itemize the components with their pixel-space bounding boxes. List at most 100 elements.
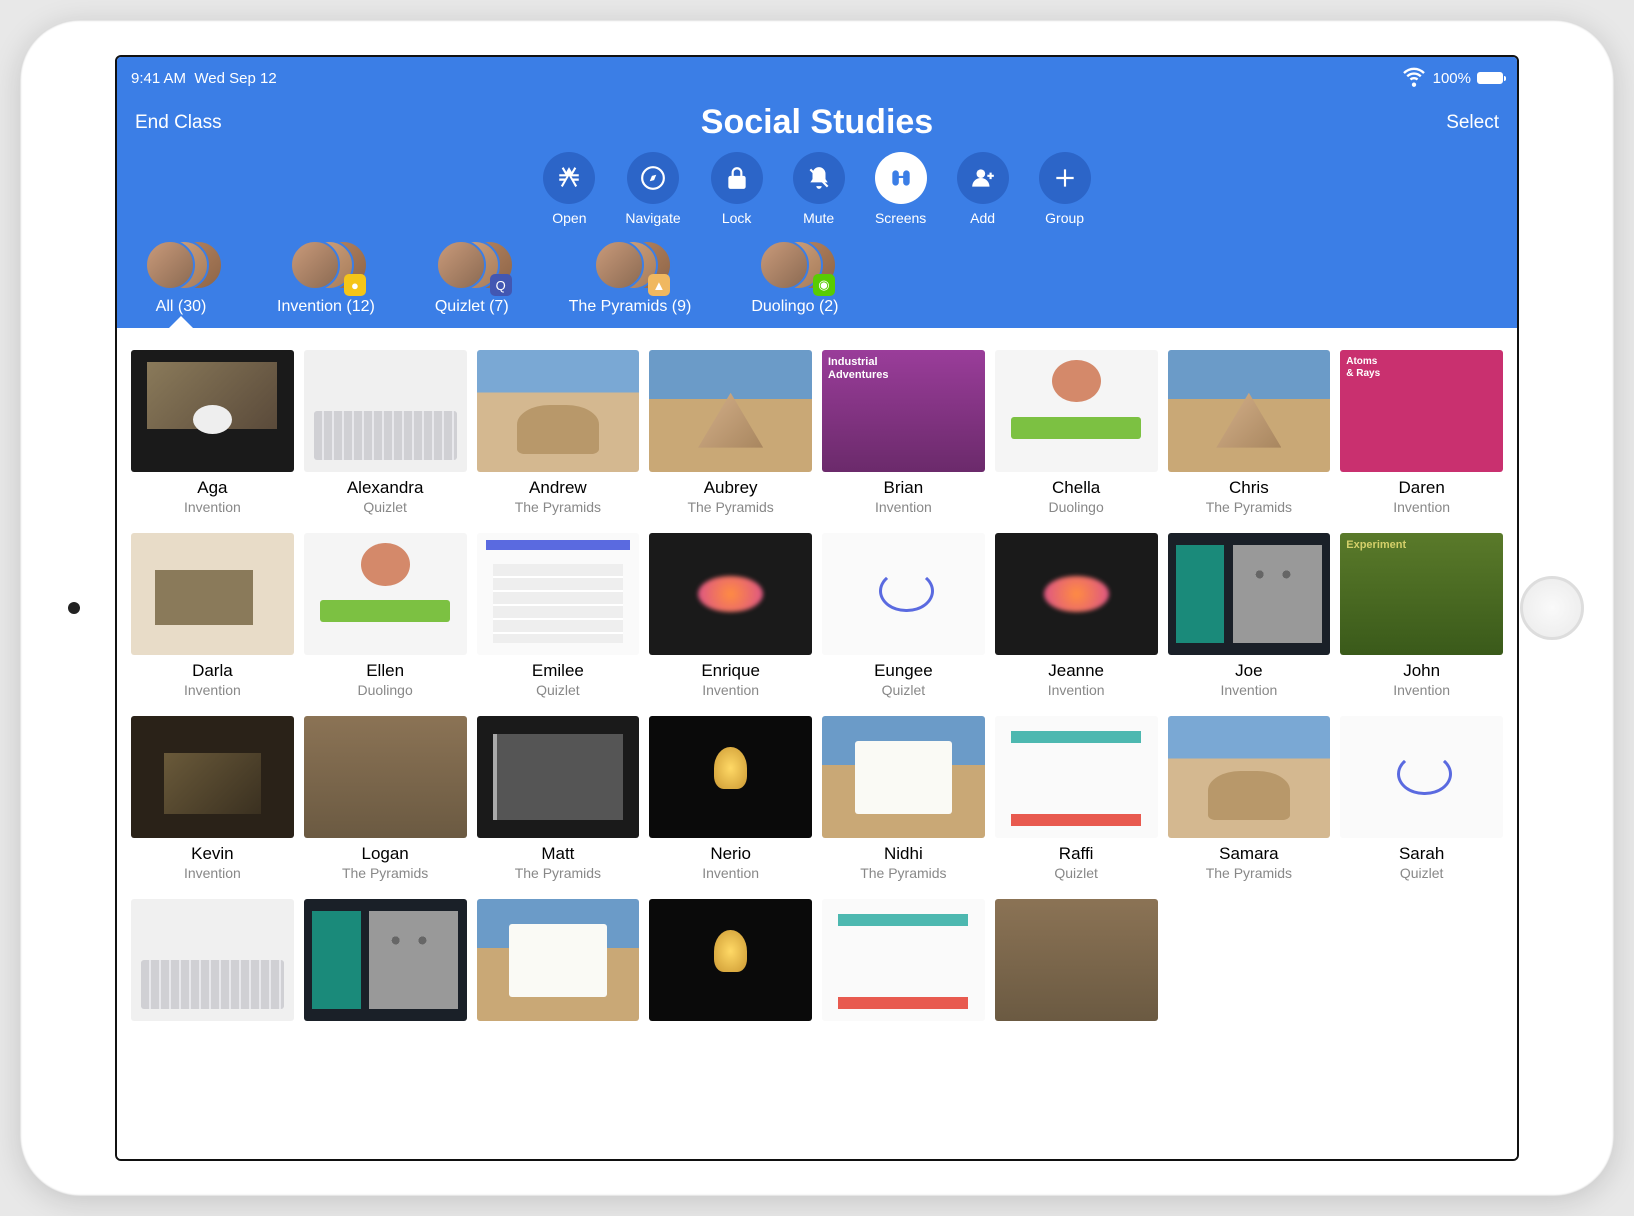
screen-thumbnail: [1168, 350, 1331, 472]
student-name: Alexandra: [347, 478, 424, 498]
select-button[interactable]: Select: [933, 112, 1499, 134]
student-tile[interactable]: EungeeQuizlet: [822, 533, 985, 698]
student-tile[interactable]: LoganThe Pyramids: [304, 716, 467, 881]
screen-thumbnail: [1340, 716, 1503, 838]
student-name: Ellen: [366, 661, 404, 681]
student-tile[interactable]: ChrisThe Pyramids: [1168, 350, 1331, 515]
student-tile[interactable]: AgaInvention: [131, 350, 294, 515]
student-tile[interactable]: ExperimentJohnInvention: [1340, 533, 1503, 698]
student-name: Nerio: [710, 844, 751, 864]
student-tile[interactable]: [131, 899, 294, 1028]
student-tile[interactable]: MattThe Pyramids: [477, 716, 640, 881]
student-name: Aubrey: [704, 478, 758, 498]
student-tile[interactable]: IndustrialAdventuresBrianInvention: [822, 350, 985, 515]
screen-thumbnail: [477, 716, 640, 838]
student-app: Duolingo: [1048, 499, 1103, 515]
student-app: The Pyramids: [1206, 865, 1292, 881]
screen-thumbnail: [995, 899, 1158, 1021]
student-tile[interactable]: RaffiQuizlet: [995, 716, 1158, 881]
student-tile[interactable]: NidhiThe Pyramids: [822, 716, 985, 881]
student-tile[interactable]: ChellaDuolingo: [995, 350, 1158, 515]
student-tile[interactable]: SarahQuizlet: [1340, 716, 1503, 881]
student-name: Chris: [1229, 478, 1269, 498]
student-app: Quizlet: [1400, 865, 1444, 881]
plus-icon: [1039, 152, 1091, 204]
navigate-button[interactable]: Navigate: [625, 152, 680, 226]
appstore-icon: [543, 152, 595, 204]
student-app: Invention: [184, 865, 241, 881]
student-tile[interactable]: AndrewThe Pyramids: [477, 350, 640, 515]
group-badge: ▲: [648, 274, 670, 296]
student-tile[interactable]: [304, 899, 467, 1028]
student-name: Emilee: [532, 661, 584, 681]
status-time: 9:41 AM: [131, 70, 186, 87]
group-pyramids[interactable]: ▲The Pyramids (9): [569, 240, 692, 316]
group-button[interactable]: Group: [1039, 152, 1091, 226]
screen-thumbnail: Atoms& Rays: [1340, 350, 1503, 472]
content-area: AgaInventionAlexandraQuizletAndrewThe Py…: [117, 328, 1517, 1159]
student-app: Invention: [1048, 682, 1105, 698]
student-tile[interactable]: EnriqueInvention: [649, 533, 812, 698]
group-avatars: ●: [290, 240, 362, 292]
student-tile[interactable]: Atoms& RaysDarenInvention: [1340, 350, 1503, 515]
student-tile[interactable]: [649, 899, 812, 1028]
student-tile[interactable]: SamaraThe Pyramids: [1168, 716, 1331, 881]
student-name: Nidhi: [884, 844, 923, 864]
student-app: Invention: [1393, 499, 1450, 515]
student-tile[interactable]: [477, 899, 640, 1028]
student-name: John: [1403, 661, 1440, 681]
group-avatars: Q: [436, 240, 508, 292]
mute-button[interactable]: Mute: [793, 152, 845, 226]
screen-thumbnail: [131, 533, 294, 655]
student-name: Jeanne: [1048, 661, 1104, 681]
student-tile[interactable]: [995, 899, 1158, 1028]
wifi-icon: [1401, 63, 1427, 93]
screen-thumbnail: [1168, 533, 1331, 655]
screen-thumbnail: [995, 350, 1158, 472]
groups-row: All (30) ●Invention (12) QQuizlet (7) ▲The …: [117, 226, 1517, 316]
group-avatars: ◉: [759, 240, 831, 292]
action-label: Group: [1045, 210, 1084, 226]
status-date: Wed Sep 12: [194, 70, 276, 87]
group-all[interactable]: All (30): [145, 240, 217, 316]
student-tile[interactable]: EmileeQuizlet: [477, 533, 640, 698]
student-name: Aga: [197, 478, 227, 498]
student-tile[interactable]: JoeInvention: [1168, 533, 1331, 698]
end-class-button[interactable]: End Class: [135, 112, 701, 134]
group-quizlet[interactable]: QQuizlet (7): [435, 240, 509, 316]
group-label: Duolingo (2): [751, 298, 838, 316]
student-tile[interactable]: [822, 899, 985, 1028]
student-tile[interactable]: AlexandraQuizlet: [304, 350, 467, 515]
home-button[interactable]: [1520, 576, 1584, 640]
open-button[interactable]: Open: [543, 152, 595, 226]
student-app: Invention: [184, 682, 241, 698]
active-indicator: [169, 316, 193, 328]
student-app: The Pyramids: [860, 865, 946, 881]
screen-thumbnail: [649, 533, 812, 655]
screen-thumbnail: [649, 350, 812, 472]
screen-thumbnail: IndustrialAdventures: [822, 350, 985, 472]
group-duolingo[interactable]: ◉ Duolingo (2): [751, 240, 838, 316]
action-label: Lock: [722, 210, 752, 226]
screen: 9:41 AM Wed Sep 12 100% End Class Social…: [115, 55, 1519, 1161]
battery-percent: 100%: [1433, 70, 1471, 87]
student-tile[interactable]: EllenDuolingo: [304, 533, 467, 698]
app-header: 9:41 AM Wed Sep 12 100% End Class Social…: [117, 57, 1517, 328]
group-invention[interactable]: ●Invention (12): [277, 240, 375, 316]
student-name: Raffi: [1059, 844, 1094, 864]
battery-icon: [1477, 72, 1503, 84]
student-tile[interactable]: NerioInvention: [649, 716, 812, 881]
student-tile[interactable]: AubreyThe Pyramids: [649, 350, 812, 515]
lock-button[interactable]: Lock: [711, 152, 763, 226]
student-tile[interactable]: KevinInvention: [131, 716, 294, 881]
student-name: Samara: [1219, 844, 1279, 864]
status-right: 100%: [1401, 63, 1503, 93]
screens-button[interactable]: Screens: [875, 152, 927, 226]
screen-thumbnail: [304, 533, 467, 655]
status-bar: 9:41 AM Wed Sep 12 100%: [117, 57, 1517, 95]
action-label: Mute: [803, 210, 834, 226]
add-button[interactable]: Add: [957, 152, 1009, 226]
screen-thumbnail: [304, 899, 467, 1021]
student-tile[interactable]: JeanneInvention: [995, 533, 1158, 698]
student-tile[interactable]: DarlaInvention: [131, 533, 294, 698]
